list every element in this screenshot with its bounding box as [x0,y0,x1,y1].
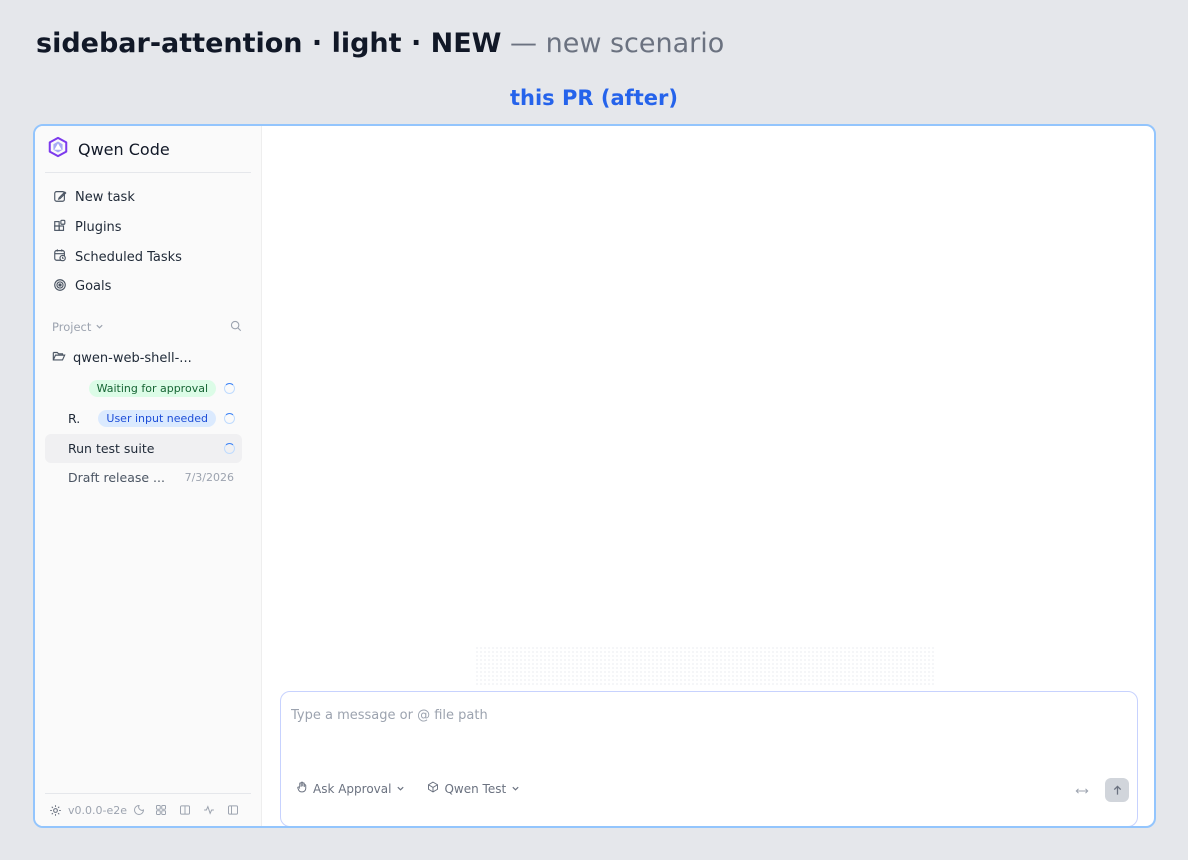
send-button[interactable] [1105,778,1129,802]
composer-toolbar: Ask Approval Qwen Test [296,781,542,796]
message-composer: Ask Approval Qwen Test [280,691,1138,826]
nav-plugins[interactable]: Plugins [45,213,242,243]
app-window: Qwen Code New task Plugins Scheduled Tas… [33,124,1156,828]
plugins-icon [53,219,67,237]
model-cube-icon [427,781,439,796]
session-item-active[interactable]: Run test suite [45,434,242,463]
session-title: R. [68,411,81,426]
edit-icon [53,189,67,207]
sidebar: Qwen Code New task Plugins Scheduled Tas… [35,126,262,826]
hand-icon [296,781,308,796]
session-title: Run test suite [68,441,155,456]
project-label: Project [52,320,92,334]
scenario-subheading: this PR (after) [509,86,678,110]
project-selector[interactable]: Project [52,320,104,334]
approval-mode-label: Ask Approval [313,781,392,796]
decorative-dot-pattern [475,646,935,686]
session-item[interactable]: Waiting for approval [45,374,242,403]
expand-width-icon[interactable] [1075,781,1089,800]
status-badge-input-needed: User input needed [98,410,216,427]
project-folder-name: qwen-web-shell-... [73,350,192,366]
project-header: Project [52,318,242,336]
folder-open-icon [52,349,66,367]
chevron-down-icon [396,782,405,796]
version-label: v0.0.0-e2e [68,803,128,817]
project-folder[interactable]: qwen-web-shell-... [52,348,242,368]
nav-scheduled-tasks[interactable]: Scheduled Tasks [45,242,242,272]
nav-goals[interactable]: Goals [45,272,242,302]
brand-name: Qwen Code [78,139,170,159]
chevron-down-icon [511,782,520,796]
arrow-up-icon [1112,781,1123,800]
session-date: 7/3/2026 [184,471,234,484]
model-label: Qwen Test [444,781,507,796]
calendar-clock-icon [53,248,67,266]
scenario-heading-rest: — new scenario [501,28,725,59]
session-title: Draft release ... [68,470,165,485]
theme-toggle-icon[interactable] [133,804,145,816]
target-icon [53,278,67,296]
split-view-icon[interactable] [179,804,191,816]
session-item[interactable]: Draft release ... 7/3/2026 [45,463,242,492]
session-item[interactable]: R. User input needed [45,404,242,433]
nav-scheduled-tasks-label: Scheduled Tasks [75,249,182,265]
loading-spinner-icon [224,443,235,454]
status-badge-waiting: Waiting for approval [88,380,216,397]
sidebar-nav: New task Plugins Scheduled Tasks Goals [45,183,242,302]
settings-gear-icon[interactable] [49,804,62,817]
divider [45,793,251,794]
nav-new-task-label: New task [75,190,135,206]
loading-spinner-icon [224,383,235,394]
search-icon[interactable] [230,320,242,335]
nav-new-task[interactable]: New task [45,183,242,213]
message-input[interactable] [291,704,991,726]
nav-plugins-label: Plugins [75,220,122,236]
loading-spinner-icon [224,413,235,424]
sidebar-toggle-icon[interactable] [227,804,239,816]
scenario-heading: sidebar-attention · light · NEW — new sc… [36,28,724,59]
composer-actions [1075,778,1129,802]
approval-mode-select[interactable]: Ask Approval [296,781,405,796]
sidebar-footer: v0.0.0-e2e [49,801,249,819]
brand[interactable]: Qwen Code [47,136,170,162]
model-select[interactable]: Qwen Test [427,781,520,796]
divider [45,172,251,173]
activity-icon[interactable] [203,804,215,816]
nav-goals-label: Goals [75,279,112,295]
chevron-down-icon [95,320,104,334]
grid-apps-icon[interactable] [155,804,167,816]
scenario-heading-bold: sidebar-attention · light · NEW [36,28,502,59]
qwen-logo-icon [47,136,69,162]
